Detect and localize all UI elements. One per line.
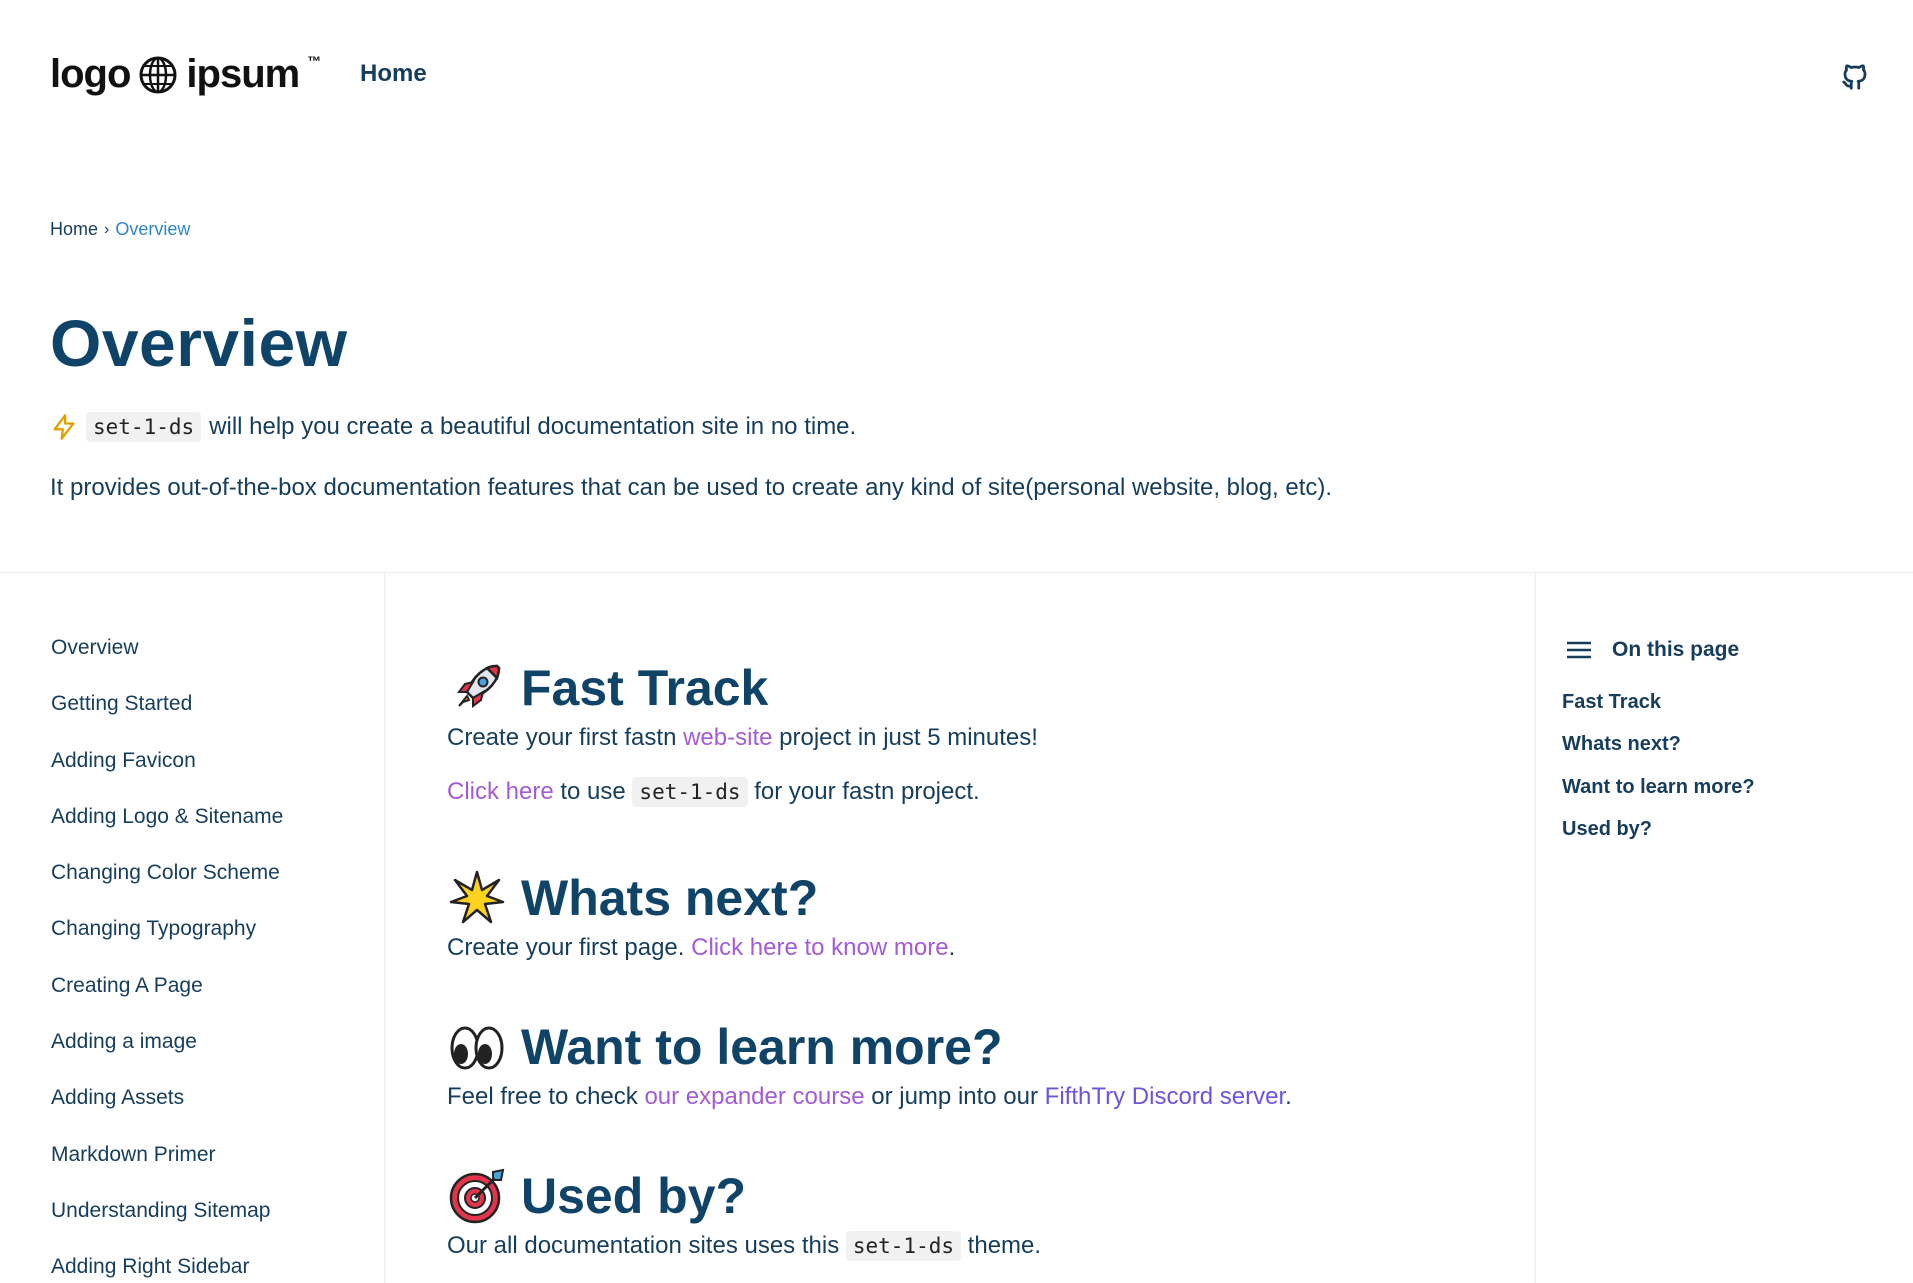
- text: to use: [553, 778, 633, 805]
- toc-item-want-to-learn-more[interactable]: Want to learn more?: [1562, 775, 1755, 817]
- main-content: Fast Track Create your first fastn web-s…: [385, 573, 1535, 1283]
- text: .: [948, 934, 956, 961]
- discord-server-link[interactable]: FifthTry Discord server: [1045, 1083, 1285, 1110]
- text: Create your first page.: [447, 934, 692, 961]
- sparkle-icon: [449, 870, 505, 924]
- toc-item-whats-next[interactable]: Whats next?: [1562, 732, 1755, 774]
- sidebar-item-changing-color-scheme[interactable]: Changing Color Scheme: [51, 861, 283, 917]
- text: .: [1285, 1083, 1292, 1110]
- toc-item-fast-track[interactable]: Fast Track: [1562, 690, 1755, 732]
- globe-icon: [139, 56, 177, 93]
- toc-header: On this page: [1566, 638, 1739, 662]
- intro-code: set-1-ds: [86, 412, 202, 442]
- section-title: Whats next?: [521, 870, 819, 926]
- learn-more-paragraph: Feel free to check our expander course o…: [447, 1083, 1292, 1111]
- click-here-link[interactable]: Click here: [447, 778, 554, 805]
- sidebar-item-adding-right-sidebar[interactable]: Adding Right Sidebar: [51, 1255, 283, 1283]
- used-by-paragraph: Our all documentation sites uses this se…: [447, 1231, 1042, 1261]
- fast-track-paragraph-1: Create your first fastn web-site project…: [447, 724, 1038, 752]
- sidebar-item-markdown-primer[interactable]: Markdown Primer: [51, 1143, 283, 1199]
- logo-text-right: ipsum: [186, 52, 300, 96]
- sidebar-item-adding-favicon[interactable]: Adding Favicon: [51, 749, 283, 805]
- sidebar-item-adding-assets[interactable]: Adding Assets: [51, 1086, 283, 1142]
- breadcrumb-separator: ›: [104, 220, 110, 238]
- rocket-icon: [457, 664, 501, 708]
- target-icon: [449, 1168, 505, 1224]
- web-site-link[interactable]: web-site: [683, 724, 772, 751]
- sidebar-item-overview[interactable]: Overview: [51, 636, 283, 692]
- expander-course-link[interactable]: our expander course: [644, 1083, 864, 1110]
- github-icon[interactable]: [1840, 62, 1870, 92]
- inline-code: set-1-ds: [632, 777, 748, 807]
- fast-track-paragraph-2: Click here to use set-1-ds for your fast…: [447, 777, 1038, 807]
- text: theme.: [961, 1232, 1042, 1259]
- text: for your fastn project.: [747, 778, 980, 805]
- section-heading: Whats next?: [447, 868, 955, 928]
- section-heading: Want to learn more?: [447, 1017, 1292, 1077]
- text: Our all documentation sites uses this: [447, 1232, 846, 1259]
- sidebar-item-understanding-sitemap[interactable]: Understanding Sitemap: [51, 1199, 283, 1255]
- know-more-link[interactable]: Click here to know more: [691, 934, 948, 961]
- section-title: Used by?: [521, 1168, 747, 1224]
- sidebar-item-adding-a-image[interactable]: Adding a image: [51, 1030, 283, 1086]
- menu-icon: [1567, 641, 1591, 659]
- sidebar-item-creating-a-page[interactable]: Creating A Page: [51, 974, 283, 1030]
- toc-item-used-by[interactable]: Used by?: [1562, 817, 1755, 859]
- section-heading: Used by?: [447, 1166, 1041, 1226]
- sidebar-nav-list: Overview Getting Started Adding Favicon …: [51, 636, 283, 1283]
- toc-list: Fast Track Whats next? Want to learn mor…: [1562, 690, 1755, 859]
- right-sidebar: On this page Fast Track Whats next? Want…: [1535, 573, 1913, 1283]
- intro-line: set-1-ds will help you create a beautifu…: [50, 412, 856, 442]
- breadcrumb-home[interactable]: Home: [50, 219, 98, 240]
- sidebar-item-getting-started[interactable]: Getting Started: [51, 692, 283, 748]
- inline-code: set-1-ds: [845, 1231, 962, 1261]
- intro-paragraph: It provides out-of-the-box documentation…: [50, 474, 1333, 501]
- toc-title: On this page: [1612, 638, 1740, 661]
- site-logo[interactable]: logo ipsum ™: [50, 52, 321, 97]
- logo-trademark: ™: [307, 52, 321, 69]
- section-whats-next: Whats next? Create your first page. Clic…: [447, 868, 955, 962]
- section-want-to-learn-more: Want to learn more? Feel free to check o…: [447, 1017, 1292, 1111]
- breadcrumb-current[interactable]: Overview: [115, 219, 190, 240]
- text: project in just 5 minutes!: [772, 724, 1038, 751]
- logo-text-left: logo: [50, 52, 131, 96]
- whats-next-paragraph: Create your first page. Click here to kn…: [447, 934, 955, 962]
- left-sidebar: Overview Getting Started Adding Favicon …: [0, 573, 385, 1283]
- intro-text: will help you create a beautiful documen…: [209, 413, 857, 440]
- text: or jump into our: [864, 1083, 1045, 1110]
- page-title: Overview: [50, 306, 348, 380]
- sidebar-item-adding-logo-sitename[interactable]: Adding Logo & Sitename: [51, 805, 283, 861]
- nav-home-link[interactable]: Home: [360, 60, 427, 88]
- section-heading: Fast Track: [447, 658, 1038, 718]
- section-used-by: Used by? Our all documentation sites use…: [447, 1166, 1042, 1261]
- text: Create your first fastn: [447, 724, 684, 751]
- header: logo ipsum ™ Home: [0, 0, 1913, 155]
- sidebar-item-changing-typography[interactable]: Changing Typography: [51, 917, 283, 973]
- text: Feel free to check: [447, 1083, 645, 1110]
- breadcrumb: Home › Overview: [50, 219, 190, 240]
- section-title: Fast Track: [521, 660, 769, 716]
- eyes-icon: [450, 1026, 504, 1070]
- lightning-icon: [53, 414, 75, 440]
- section-fast-track: Fast Track Create your first fastn web-s…: [447, 658, 1038, 807]
- section-title: Want to learn more?: [521, 1019, 1003, 1075]
